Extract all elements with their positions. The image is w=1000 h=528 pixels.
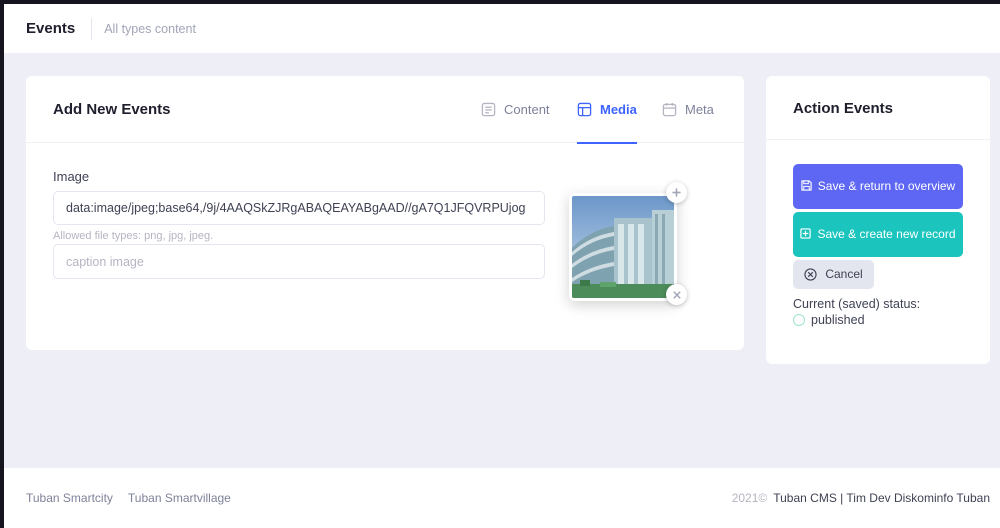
status-row: published	[793, 313, 865, 327]
card-header: Add New Events Content Media Meta	[26, 76, 744, 144]
tab-media-label: Media	[600, 102, 637, 117]
footer-link-smartcity[interactable]: Tuban Smartcity	[26, 491, 113, 505]
side-card-header: Action Events	[766, 76, 990, 140]
meta-icon	[662, 102, 677, 117]
footer-credit: Tuban CMS | Tim Dev Diskominfo Tuban	[773, 491, 990, 505]
status-label: Current (saved) status:	[793, 297, 921, 311]
page-title: Events	[26, 20, 76, 37]
status-dot-icon	[793, 314, 805, 326]
close-icon	[672, 290, 681, 299]
page-header: Events All types content	[4, 4, 1000, 53]
save-return-button[interactable]: Save & return to overview	[793, 164, 963, 209]
header-divider	[91, 17, 93, 40]
image-thumbnail	[569, 193, 677, 301]
add-square-icon	[800, 228, 812, 239]
app-root: Events All types content Add New Events …	[4, 4, 1000, 528]
file-types-hint: Allowed file types: png, jpg, jpeg.	[53, 230, 214, 242]
tab-media[interactable]: Media	[577, 76, 637, 144]
cancel-circle-icon	[804, 268, 817, 281]
tab-content-label: Content	[504, 102, 550, 117]
remove-image-button[interactable]	[666, 284, 687, 305]
action-events-card: Action Events Save & return to overview …	[766, 76, 990, 364]
page-subtitle: All types content	[104, 21, 196, 36]
status-value: published	[811, 313, 865, 327]
card-title: Add New Events	[53, 101, 171, 118]
save-return-label: Save & return to overview	[817, 179, 956, 193]
image-field-label: Image	[53, 169, 90, 184]
image-input[interactable]	[53, 191, 545, 225]
tab-content[interactable]: Content	[481, 76, 550, 143]
building-image	[572, 196, 674, 298]
media-icon	[577, 102, 592, 117]
add-image-button[interactable]	[666, 182, 687, 203]
tab-meta-label: Meta	[685, 102, 714, 117]
footer-link-smartvillage[interactable]: Tuban Smartvillage	[128, 491, 231, 505]
content-icon	[481, 102, 496, 117]
plus-icon	[672, 188, 681, 197]
cancel-label: Cancel	[825, 267, 863, 281]
footer-credit-group: 2021© Tuban CMS | Tim Dev Diskominfo Tub…	[732, 491, 990, 505]
side-card-title: Action Events	[793, 100, 894, 117]
save-create-button[interactable]: Save & create new record	[793, 212, 963, 257]
save-create-label: Save & create new record	[817, 227, 956, 241]
page-footer: Tuban Smartcity Tuban Smartvillage 2021©…	[4, 468, 1000, 528]
tab-meta[interactable]: Meta	[662, 76, 714, 143]
cancel-button[interactable]: Cancel	[793, 260, 874, 289]
add-events-card: Add New Events Content Media Meta Image …	[26, 76, 744, 350]
footer-year: 2021©	[731, 491, 768, 505]
save-icon	[801, 180, 812, 191]
caption-input[interactable]	[53, 244, 545, 279]
